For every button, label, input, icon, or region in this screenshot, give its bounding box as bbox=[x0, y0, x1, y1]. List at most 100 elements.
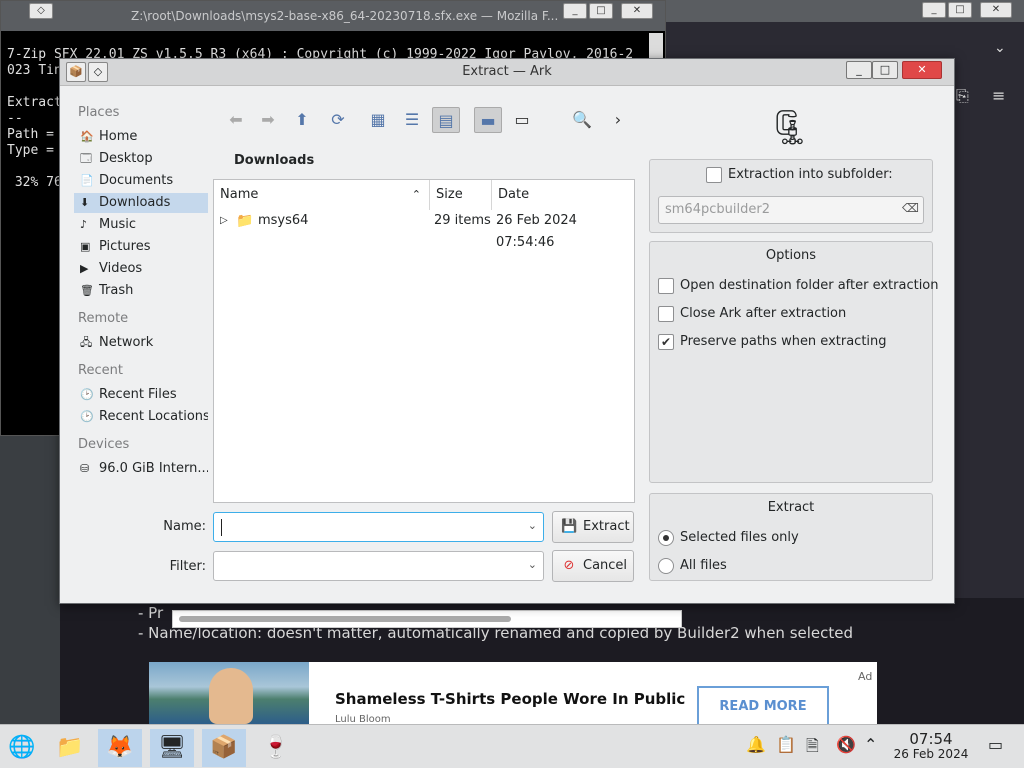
back-arrow-icon[interactable]: ⬅ bbox=[222, 107, 250, 133]
menu-icon[interactable]: ≡ bbox=[992, 86, 1005, 105]
close-ark-checkbox[interactable]: Close Ark after extraction bbox=[658, 305, 846, 325]
ark-app-icon[interactable]: 📦 bbox=[66, 62, 86, 82]
radio-button[interactable] bbox=[658, 530, 674, 546]
detail-view-icon[interactable]: ▤ bbox=[432, 107, 460, 133]
breadcrumb[interactable]: Downloads bbox=[234, 153, 314, 168]
place-recent-files[interactable]: 🕑 Recent Files bbox=[74, 385, 208, 405]
ark-icon[interactable]: 📦 bbox=[202, 729, 246, 767]
close-button[interactable]: ✕ bbox=[902, 61, 942, 79]
read-more-button[interactable]: READ MORE bbox=[697, 686, 829, 726]
maximize-button[interactable]: □ bbox=[872, 61, 898, 79]
browser-maximize-button[interactable]: □ bbox=[948, 2, 972, 18]
window-menu-icon[interactable]: ◇ bbox=[29, 3, 53, 19]
browser-titlebar[interactable]: _ □ ✕ bbox=[666, 0, 1024, 22]
dialog-titlebar[interactable]: Extract — Ark bbox=[60, 59, 954, 86]
subfolder-checkbox[interactable]: Extraction into subfolder: bbox=[706, 166, 893, 186]
bullet-text: - Pr bbox=[138, 604, 164, 622]
compact-view-icon[interactable]: ☰ bbox=[398, 107, 426, 133]
panel-icon[interactable]: ▭ bbox=[508, 107, 536, 133]
place-music[interactable]: ♪ Music bbox=[74, 215, 208, 235]
expand-tray-icon[interactable]: ⌃ bbox=[864, 735, 877, 754]
horizontal-scrollbar[interactable] bbox=[172, 610, 682, 628]
place-home[interactable]: 🏠 Home bbox=[74, 127, 208, 147]
minimize-button[interactable]: _ bbox=[846, 61, 872, 79]
column-header-date[interactable]: Date bbox=[492, 180, 634, 210]
file-manager-icon[interactable]: 📁 bbox=[48, 729, 92, 767]
chevron-down-icon[interactable]: ⌄ bbox=[528, 558, 537, 571]
subfolder-input[interactable]: sm64pcbuilder2 ⌫ bbox=[658, 196, 924, 224]
clear-icon[interactable]: ⌫ bbox=[902, 201, 919, 215]
clock-time[interactable]: 07:54 bbox=[888, 731, 974, 748]
ad-image[interactable] bbox=[149, 662, 309, 724]
place-label: Videos bbox=[99, 261, 143, 276]
place-label: Pictures bbox=[99, 239, 151, 254]
icon-view-icon[interactable]: ▦ bbox=[364, 107, 392, 133]
chevron-down-icon[interactable]: ⌄ bbox=[994, 40, 1006, 56]
wine-icon[interactable]: 🍷 bbox=[254, 729, 298, 767]
filter-field[interactable]: ⌄ bbox=[213, 551, 544, 581]
scrollbar-thumb[interactable] bbox=[179, 616, 511, 622]
window-menu-icon[interactable]: ◇ bbox=[88, 62, 108, 82]
ad-headline[interactable]: Shameless T-Shirts People Wore In Public bbox=[335, 690, 685, 708]
extensions-icon[interactable]: ⎘ bbox=[956, 86, 969, 106]
name-field[interactable]: ⌄ bbox=[213, 512, 544, 542]
zoom-icon[interactable]: 🔍 bbox=[568, 107, 596, 133]
checkbox-box[interactable] bbox=[706, 167, 722, 183]
clipboard-icon[interactable]: 📋 bbox=[776, 735, 796, 754]
ad-person bbox=[209, 668, 253, 724]
name-label: Name: bbox=[163, 519, 206, 534]
breadcrumb-segment[interactable]: Downloads bbox=[234, 153, 314, 168]
minimize-button[interactable]: _ bbox=[563, 3, 587, 19]
preserve-paths-checkbox[interactable]: ✔ Preserve paths when extracting bbox=[658, 333, 887, 353]
checkbox-box[interactable] bbox=[658, 306, 674, 322]
place-label: Music bbox=[99, 217, 136, 232]
browser-minimize-button[interactable]: _ bbox=[922, 2, 946, 18]
file-list[interactable]: Name ⌃ Size Date ▷ 📁 msys64 29 items 26 F… bbox=[213, 179, 635, 503]
firefox-icon[interactable]: 🦊 bbox=[98, 729, 142, 767]
column-header-name[interactable]: Name ⌃ bbox=[214, 180, 430, 210]
show-desktop-icon[interactable]: ▭ bbox=[988, 735, 1003, 754]
browser-close-button[interactable]: ✕ bbox=[980, 2, 1012, 18]
open-destination-checkbox[interactable]: Open destination folder after extraction bbox=[658, 277, 939, 297]
terminal-icon[interactable]: 🖥 bbox=[150, 729, 194, 767]
remote-section-label: Remote bbox=[78, 311, 129, 326]
taskbar: 🌐 📁 🦊 🖥 📦 🍷 🔔 📋 🗎 🔇 ⌃ 07:54 26 Feb 2024 … bbox=[0, 724, 1024, 768]
start-menu-icon[interactable]: 🌐 bbox=[0, 729, 44, 767]
place-drive[interactable]: ⛁ 96.0 GiB Intern... bbox=[74, 459, 208, 479]
extract-group: Extract Selected files only All files bbox=[649, 493, 933, 581]
chevron-down-icon[interactable]: ⌄ bbox=[528, 519, 537, 532]
clock-date[interactable]: 26 Feb 2024 bbox=[888, 747, 974, 761]
place-downloads[interactable]: ⬇ Downloads bbox=[74, 193, 208, 213]
radio-button[interactable] bbox=[658, 558, 674, 574]
up-arrow-icon[interactable]: ⬆ bbox=[288, 107, 316, 133]
checkmark-icon[interactable]: ✔ bbox=[658, 334, 674, 350]
place-recent-locations[interactable]: 🕑 Recent Locations bbox=[74, 407, 208, 427]
all-files-radio[interactable]: All files bbox=[658, 557, 727, 577]
selected-files-radio[interactable]: Selected files only bbox=[658, 529, 799, 549]
close-button[interactable]: ✕ bbox=[621, 3, 653, 19]
extract-button[interactable]: 💾 Extract bbox=[552, 511, 634, 543]
place-desktop[interactable]: 🗔 Desktop bbox=[74, 149, 208, 169]
music-folder-icon: ♪ bbox=[80, 218, 88, 231]
place-pictures[interactable]: ▣ Pictures bbox=[74, 237, 208, 257]
place-documents[interactable]: 📄 Documents bbox=[74, 171, 208, 191]
column-header-size[interactable]: Size bbox=[430, 180, 492, 210]
place-network[interactable]: 🖧 Network bbox=[74, 333, 208, 353]
place-trash[interactable]: 🗑 Trash bbox=[74, 281, 208, 301]
checkbox-box[interactable] bbox=[658, 278, 674, 294]
volume-muted-icon[interactable]: 🔇 bbox=[836, 735, 856, 754]
desktop-folder-icon: 🗔 bbox=[80, 152, 92, 165]
advertisement[interactable]: Shameless T-Shirts People Wore In Public… bbox=[149, 662, 877, 726]
maximize-button[interactable]: □ bbox=[589, 3, 613, 19]
file-name[interactable]: msys64 bbox=[258, 210, 308, 232]
chevron-right-icon[interactable]: › bbox=[604, 107, 632, 133]
extract-dialog: Extract — Ark 📦 ◇ _ □ ✕ Places 🏠 Home 🗔 De… bbox=[59, 58, 955, 604]
preview-icon[interactable]: ▬ bbox=[474, 107, 502, 133]
updates-icon[interactable]: 🗎 bbox=[806, 735, 819, 762]
forward-arrow-icon[interactable]: ➡ bbox=[254, 107, 282, 133]
notifications-icon[interactable]: 🔔 bbox=[746, 735, 766, 754]
archive-app-icon: 🗜 bbox=[768, 108, 812, 148]
reload-icon[interactable]: ⟳ bbox=[324, 107, 352, 133]
place-videos[interactable]: ▶ Videos bbox=[74, 259, 208, 279]
cancel-button[interactable]: ⊘ Cancel bbox=[552, 550, 634, 582]
